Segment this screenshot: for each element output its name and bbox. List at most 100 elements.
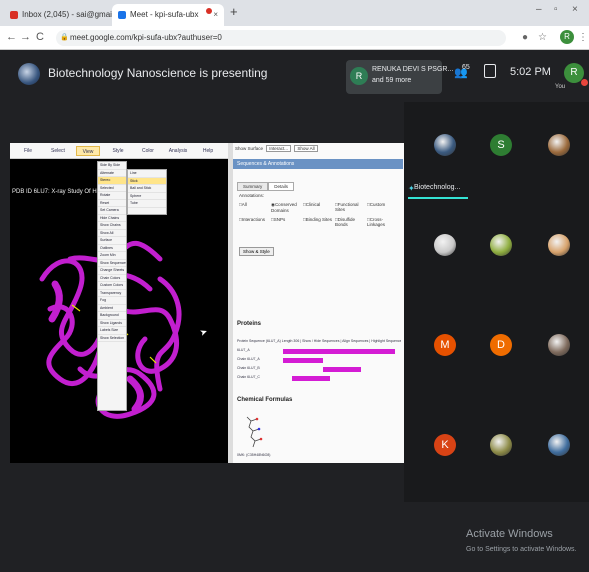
tab-title: Meet - kpi-sufa-ubx <box>130 10 199 19</box>
tab-title: Inbox (2,045) - sai@gmail.com <box>22 10 112 19</box>
menu-item[interactable]: Labels Size <box>98 327 126 335</box>
submenu-item[interactable]: Tube <box>128 200 166 208</box>
participant-tile[interactable] <box>470 412 530 472</box>
viewer-menu-analysis[interactable]: Analysis <box>166 146 190 156</box>
option-grid: AllConserved DomainsClinicalFunctional S… <box>239 202 399 227</box>
menu-item[interactable]: Ambient <box>98 305 126 312</box>
menu-item[interactable]: Show Sequences <box>98 260 126 267</box>
annotation-option[interactable]: Interactions <box>239 217 271 227</box>
surface-select[interactable]: Interact... <box>266 145 292 152</box>
menu-item[interactable]: Show All <box>98 230 126 237</box>
viewer-menu-select[interactable]: Select <box>46 146 70 156</box>
minimize-button[interactable]: – <box>536 4 542 15</box>
participant-tile[interactable]: K <box>414 412 474 472</box>
feature-bar[interactable] <box>291 376 331 381</box>
tab-details[interactable]: Details <box>268 182 295 191</box>
participant-tile[interactable] <box>528 212 588 272</box>
url-field[interactable]: 🔒 meet.google.com/kpi-sufa-ubx?authuser=… <box>56 30 506 46</box>
sequence-header: Protein Sequence (6LU7_A) Length 306 | S… <box>237 339 401 343</box>
viewer-menu-help[interactable]: Help <box>196 146 220 156</box>
annotation-option[interactable]: Custom <box>367 202 399 213</box>
menu-item[interactable]: Side By Side <box>98 162 126 170</box>
participant-tile[interactable]: D <box>470 312 530 372</box>
annotation-option[interactable]: Functional Sites <box>335 202 367 213</box>
participant-tile[interactable] <box>414 112 474 172</box>
style-submenu[interactable]: Line Stick Ball and Stick Sphere Tube <box>127 169 167 215</box>
panel-tabs: Summary Details <box>237 175 295 191</box>
camera-icon[interactable]: ● <box>522 32 528 43</box>
annotation-option[interactable]: Conserved Domains <box>271 202 303 213</box>
menu-item[interactable]: Outlines <box>98 245 126 252</box>
submenu-item[interactable]: Line <box>128 170 166 178</box>
menu-item[interactable]: Show Chains <box>98 222 126 230</box>
annotations-label: Annotations: <box>239 193 265 198</box>
browser-tab-gmail[interactable]: Inbox (2,045) - sai@gmail.com × <box>4 4 112 26</box>
show-surface-label: Show Surface <box>235 146 264 151</box>
view-dropdown-menu[interactable]: Side By Side Alternate Stereo Selected Rotat… <box>97 161 127 411</box>
menu-item[interactable]: Chain Colors <box>98 275 126 282</box>
menu-item[interactable]: Reset <box>98 200 126 207</box>
now-presenting-name: RENUKA DEVI S PSGR... <box>372 66 454 73</box>
feature-bar[interactable] <box>323 367 362 372</box>
participant-tile[interactable] <box>528 412 588 472</box>
avatar <box>490 434 512 456</box>
close-tab-icon[interactable]: × <box>213 4 218 26</box>
menu-kebab-icon[interactable]: ⋮ <box>578 32 588 43</box>
menu-item[interactable]: Custom Colors <box>98 282 126 290</box>
annotation-option[interactable]: SNPs <box>271 217 303 227</box>
menu-item[interactable]: Set Camera <box>98 207 126 215</box>
menu-item[interactable]: Change Sheets <box>98 267 126 275</box>
menu-item[interactable]: Hide Chains <box>98 215 126 222</box>
people-count: 65 <box>462 64 470 71</box>
back-button[interactable]: ← <box>6 31 17 43</box>
annotation-option[interactable]: All <box>239 202 271 213</box>
menu-item[interactable]: Stereo <box>98 177 126 185</box>
viewer-menu-style[interactable]: Style <box>106 146 130 156</box>
menu-item[interactable]: Surface <box>98 237 126 245</box>
viewer-menu-file[interactable]: File <box>16 146 40 156</box>
menu-item[interactable]: Selected <box>98 185 126 192</box>
menu-item[interactable]: Zoom Min <box>98 252 126 260</box>
menu-item[interactable]: Fog <box>98 297 126 305</box>
viewer-menu-color[interactable]: Color <box>136 146 160 156</box>
participant-tile[interactable] <box>528 312 588 372</box>
feature-label: Chain 6LU7_B <box>237 366 260 370</box>
new-tab-button[interactable]: + <box>230 4 238 19</box>
submenu-item[interactable]: Stick <box>128 177 166 185</box>
participant-tile[interactable] <box>470 212 530 272</box>
reload-button[interactable]: C <box>36 31 44 43</box>
submenu-item[interactable]: Ball and Stick <box>128 185 166 193</box>
meet-icon <box>118 11 126 19</box>
participant-tile[interactable]: M <box>414 312 474 372</box>
tab-summary[interactable]: Summary <box>237 182 269 191</box>
feature-bar[interactable] <box>283 349 395 354</box>
forward-button[interactable]: → <box>20 31 31 43</box>
show-all-select[interactable]: Show All <box>294 145 318 152</box>
bookmark-star-icon[interactable]: ☆ <box>538 32 547 43</box>
menu-item[interactable]: Show Ligands <box>98 320 126 327</box>
feature-bar[interactable] <box>283 358 324 363</box>
menu-item[interactable]: Show Selection <box>98 335 126 342</box>
submenu-item[interactable]: Sphere <box>128 193 166 200</box>
menu-item[interactable]: Transparency <box>98 290 126 297</box>
viewer-menu-view[interactable]: View <box>76 146 100 156</box>
annotation-option[interactable]: Binding Sites <box>303 217 335 227</box>
annotation-option[interactable]: Cross-Linkages <box>367 217 399 227</box>
menu-item[interactable]: Rotate <box>98 192 126 200</box>
meet-top-bar: Biotechnology Nanoscience is presenting … <box>0 50 589 102</box>
menu-item[interactable]: Background <box>98 312 126 320</box>
avatar <box>548 234 570 256</box>
annotation-option[interactable]: Disulfide Bonds <box>335 217 367 227</box>
participant-tile[interactable]: S <box>470 112 530 172</box>
chat-icon[interactable] <box>484 64 496 78</box>
participant-tile[interactable] <box>528 112 588 172</box>
avatar: K <box>434 434 456 456</box>
now-presenting-chip[interactable]: R RENUKA DEVI S PSGR... and 59 more <box>346 60 453 94</box>
show-style-button[interactable]: Show & Style <box>239 247 274 256</box>
close-window-button[interactable]: × <box>572 4 578 15</box>
annotation-option[interactable]: Clinical <box>303 202 335 213</box>
menu-item[interactable]: Alternate <box>98 170 126 177</box>
maximize-button[interactable]: ▫ <box>554 4 558 15</box>
profile-avatar[interactable]: R <box>560 30 574 44</box>
participant-tile[interactable] <box>414 212 474 272</box>
